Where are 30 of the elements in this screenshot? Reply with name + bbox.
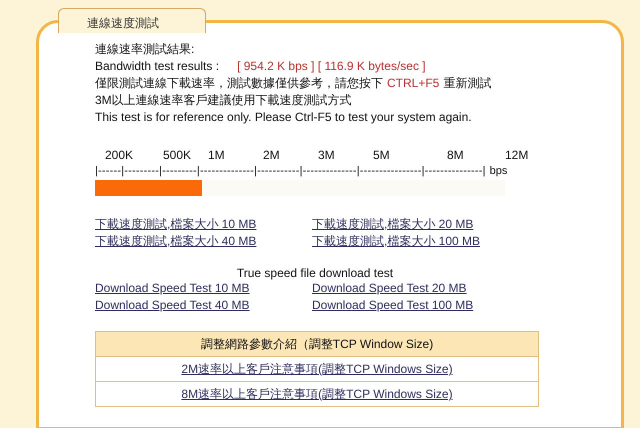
scale-label: 500K [163, 148, 192, 162]
scale-label: 12M [505, 148, 530, 162]
note-text: This test is for reference only. Please Ctrl-F5 to test your system again. [95, 109, 473, 126]
download-link[interactable]: Download Speed Test 10 MB [95, 281, 312, 296]
download-link[interactable]: 下載速度測試,檔案大小 20 MB [312, 217, 532, 232]
note-text: 僅限測試連線下載速率，測試數據僅供參考，請您按下 [95, 75, 383, 92]
results-heading: 連線速率測試結果: [95, 41, 196, 58]
download-link[interactable]: 下載速度測試,檔案大小 100 MB [312, 234, 532, 249]
results-value: [ 954.2 K bps ] [ 116.9 K bytes/sec ] [237, 58, 426, 75]
scale-label: 8M [447, 148, 465, 162]
download-link[interactable]: 下載速度測試,檔案大小 10 MB [95, 217, 312, 232]
scale-ruler: |------|---------|---------|--------------|-----------|--------------|----------------|---------------| [95, 165, 486, 177]
tcp-link[interactable]: 8M速率以上客戶注意事項(調整TCP Windows Size) [181, 387, 453, 401]
results-label: Bandwidth test results : [95, 58, 220, 75]
scale-label: 3M [318, 148, 336, 162]
download-link[interactable]: Download Speed Test 20 MB [312, 281, 532, 296]
retest-text: 重新測試 [443, 75, 492, 92]
scale-label: 200K [105, 148, 134, 162]
note-text: 3M以上連線速率客戶建議使用下載速度測試方式 [95, 92, 353, 109]
table-header: 調整網路參數介紹（調整TCP Window Size) [96, 332, 538, 357]
download-link[interactable]: Download Speed Test 100 MB [312, 298, 532, 313]
tcp-link[interactable]: 2M速率以上客戶注意事項(調整TCP Windows Size) [181, 362, 453, 376]
scale-label: 1M [208, 148, 226, 162]
scale-label: 2M [263, 148, 281, 162]
shortcut-text: CTRL+F5 [387, 75, 440, 92]
download-link[interactable]: Download Speed Test 40 MB [95, 298, 312, 313]
download-heading: True speed file download test [236, 266, 394, 281]
scale-unit: bps [490, 165, 508, 177]
download-link[interactable]: 下載速度測試,檔案大小 40 MB [95, 234, 312, 249]
scale-label: 5M [373, 148, 391, 162]
